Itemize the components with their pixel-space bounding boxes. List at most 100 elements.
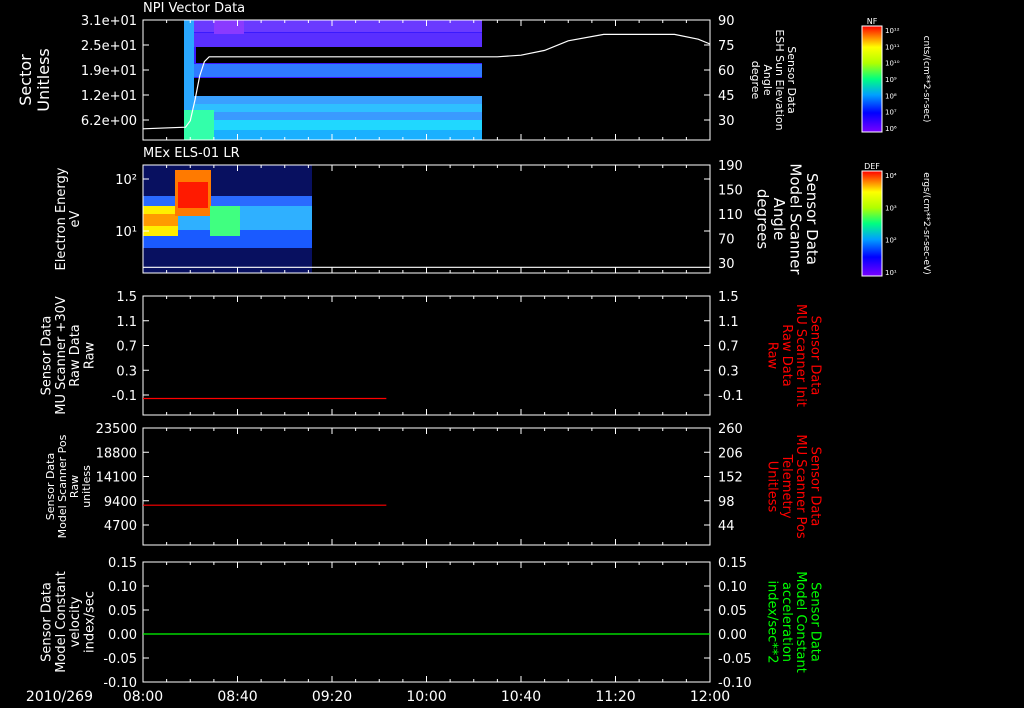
panel-frame: [142, 561, 711, 683]
panel-title-npi: NPI Vector Data: [143, 1, 245, 16]
y-tick-label-right: 45: [718, 89, 735, 104]
y-axis-label-line: MU Scanner +30V: [54, 296, 69, 415]
y-tick-label-right: -0.1: [718, 389, 743, 404]
x-date-label: 2010/269: [26, 689, 93, 705]
y-tick-label-left: 0.7: [116, 340, 137, 355]
x-tick-label: 12:00: [690, 689, 730, 705]
y-tick-label-right: 1.1: [718, 315, 739, 330]
y-tick-label-right: 0.00: [718, 628, 747, 643]
y-axis-label-line: Sensor Data: [40, 316, 55, 396]
y-tick-label-left: 0.00: [108, 628, 137, 643]
colorbar-title: NF: [867, 17, 878, 26]
y-axis-label-line: Sensor Data: [785, 46, 798, 113]
y-tick-label-left: 18800: [96, 446, 137, 461]
y-tick-label-left: -0.1: [112, 389, 137, 404]
colorbar-tick-label: 10¹⁰: [885, 60, 900, 68]
y-tick-label-right: 70: [718, 233, 735, 248]
y-tick-label-right: 0.05: [718, 604, 747, 619]
colorbar-unit-label: cnts/(cm**2-sr-sec): [921, 36, 931, 123]
x-tick-label: 11:20: [595, 689, 635, 705]
y-tick-label-right: 0.7: [718, 340, 739, 355]
y-axis-label-line: eV: [68, 210, 83, 227]
colorbar-tick-label: 10²: [885, 237, 897, 245]
spectrogram-npi: [184, 20, 482, 140]
y-axis-label-line: degrees: [753, 189, 771, 250]
y-tick-label-right: 75: [718, 39, 735, 54]
y-tick-label-left: 6.2e+00: [81, 114, 137, 129]
y-tick-label-left: 0.05: [108, 604, 137, 619]
y-tick-label-right: 0.15: [718, 556, 747, 571]
colorbar-tick-label: 10⁶: [885, 125, 897, 133]
y-axis-label-line: ESH Sun Elevation: [773, 29, 786, 130]
y-axis-label-line: Model Constant: [54, 571, 69, 673]
y-axis-label-line: degree: [749, 61, 762, 100]
colorbar-tick-label: 10⁴: [885, 172, 897, 180]
y-axis-label-line: Unitless: [765, 461, 780, 513]
y-axis-label-line: Model Scanner: [786, 163, 804, 275]
y-axis-label-line: Angle: [761, 64, 774, 96]
x-tick-label: 10:00: [406, 689, 446, 705]
plot-canvas: NPI Vector Data MEx ELS-01 LR 3.1e+01 2.5…: [16, 1, 931, 705]
y-tick-label-right: 150: [718, 184, 743, 199]
colorbar-title: DEF: [864, 162, 880, 171]
colorbar-tick-label: 10¹¹: [885, 43, 900, 51]
y-tick-label-right: 190: [718, 159, 743, 174]
y-axis-label-line: Sensor Data: [44, 453, 57, 520]
y-tick-label-left: 0.3: [116, 364, 137, 379]
y-tick-label-left: 0.15: [108, 556, 137, 571]
y-tick-label-right: 30: [718, 257, 735, 272]
y-tick-label-right: 206: [718, 446, 743, 461]
panel-title-els: MEx ELS-01 LR: [143, 146, 240, 161]
y-tick-label-right: 90: [718, 14, 735, 29]
y-axis-label-line: Model Constant: [793, 571, 808, 673]
colorbar: [861, 170, 883, 277]
y-axis-label-left: Sensor DataMU Scanner +30VRaw DataRaw: [40, 296, 98, 415]
y-tick-label-left: 1.1: [116, 315, 137, 330]
y-axis-label-line: Telemetry: [779, 453, 794, 518]
y-axis-label-line: Angle: [770, 198, 788, 241]
x-tick-label: 08:00: [123, 689, 163, 705]
y-tick-label-left: 3.1e+01: [81, 14, 137, 29]
y-tick-label-right: 98: [718, 495, 735, 510]
y-axis-label-line: MU Scanner Init: [793, 304, 808, 407]
y-axis-label-line: Sensor Data: [807, 582, 822, 662]
y-axis-label-line: Electron Energy: [54, 167, 69, 270]
spectrogram-els: [143, 165, 312, 273]
y-axis-label-line: Raw: [68, 475, 81, 498]
y-tick-label-right: 110: [718, 208, 743, 223]
colorbar-tick-label: 10⁷: [885, 109, 897, 117]
y-axis-label-line: Raw Data: [68, 324, 83, 387]
y-axis-label-line: index/sec: [82, 591, 97, 653]
y-axis-label-line: Sensor Data: [807, 447, 822, 527]
y-axis-label-line: Raw: [82, 341, 97, 369]
y-tick-label-right: 60: [718, 64, 735, 79]
y-tick-label-left: 1.9e+01: [81, 64, 137, 79]
y-tick-label-left: 4700: [104, 519, 137, 534]
colorbar-tick-label: 10¹: [885, 269, 897, 277]
y-axis-label-line: Unitless: [34, 48, 53, 112]
colorbar: [861, 25, 883, 133]
y-tick-label-left: 0.10: [108, 580, 137, 595]
y-tick-label-left: 10¹: [115, 225, 137, 240]
colorbar-tick-label: 10³: [885, 204, 897, 212]
y-tick-label-right: 0.10: [718, 580, 747, 595]
y-tick-label-left: 9400: [104, 495, 137, 510]
y-axis-label-line: acceleration: [779, 582, 794, 662]
y-tick-label-left: 1.5: [116, 290, 137, 305]
x-tick-label: 10:40: [501, 689, 541, 705]
y-axis-label-right: Sensor DataESH Sun ElevationAngledegree: [749, 29, 798, 130]
y-axis-label-line: Sector: [16, 54, 35, 106]
y-axis-label-line: Raw Data: [779, 324, 794, 387]
y-axis-label-line: velocity: [68, 596, 83, 647]
y-tick-label-right: -0.05: [718, 652, 752, 667]
y-axis-label-left: Sensor DataModel Constantvelocityindex/s…: [40, 571, 98, 673]
y-axis-label-right: Sensor DataMU Scanner PosTelemetryUnitle…: [765, 434, 823, 539]
y-axis-label-line: Sensor Data: [40, 582, 55, 662]
x-tick-label: 09:20: [312, 689, 352, 705]
y-tick-label-right: 44: [718, 519, 735, 534]
y-tick-label-left: 2.5e+01: [81, 39, 137, 54]
y-axis-label-line: Sensor Data: [807, 316, 822, 396]
colorbar-tick-label: 10⁸: [885, 92, 897, 100]
x-tick-label: 08:40: [217, 689, 257, 705]
y-axis-label-right: Sensor DataModel ScannerAngledegrees: [753, 163, 821, 275]
